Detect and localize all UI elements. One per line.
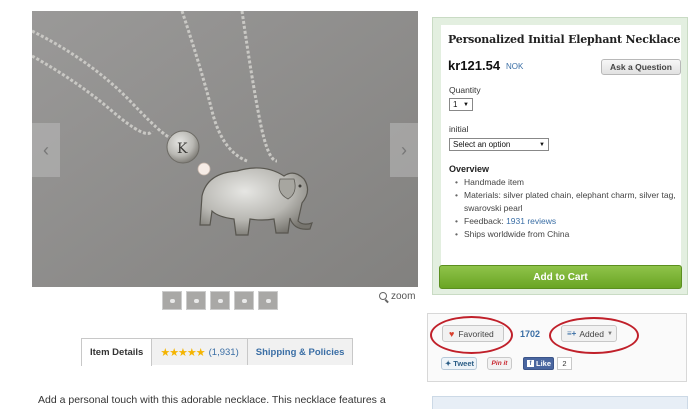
tab-reviews[interactable]: ★★★★★ (1,931) (151, 338, 248, 365)
facebook-like-button[interactable]: f Like (523, 357, 554, 370)
quantity-label: Quantity (449, 85, 481, 95)
tweet-button[interactable]: ✦ Tweet (441, 357, 477, 370)
review-count: (1,931) (208, 346, 239, 358)
like-count: 2 (557, 357, 572, 370)
tab-item-details[interactable]: Item Details (81, 338, 153, 366)
reviews-link[interactable]: 1931 reviews (506, 216, 556, 226)
initial-value: Select an option (453, 140, 511, 149)
pin-it-button[interactable]: Pin it (487, 357, 512, 370)
thumbnail[interactable] (234, 291, 254, 310)
details-tabs: Item Details ★★★★★ (1,931) Shipping & Po… (81, 338, 354, 366)
initial-select[interactable]: Select an option ▼ (449, 138, 549, 151)
tab-shipping-policies[interactable]: Shipping & Policies (246, 338, 354, 365)
thumbnail[interactable] (258, 291, 278, 310)
product-title: Personalized Initial Elephant Necklace (448, 33, 681, 46)
svg-text:K: K (177, 141, 188, 157)
thumbnail[interactable] (210, 291, 230, 310)
previous-image-button[interactable]: ‹ (32, 123, 60, 177)
dropdown-arrow-icon: ▼ (463, 101, 469, 108)
overview-item: Ships worldwide from China (455, 228, 685, 241)
tab-shipping-label: Shipping & Policies (255, 346, 345, 358)
quantity-select[interactable]: 1 ▼ (449, 98, 473, 111)
thumbnail[interactable] (162, 291, 182, 310)
overview-item: Handmade item (455, 176, 685, 189)
like-label: Like (536, 359, 552, 368)
annotation-circle (430, 316, 513, 354)
overview-heading: Overview (449, 164, 490, 174)
overview-item: Materials: silver plated chain, elephant… (455, 189, 685, 215)
overview-list: Handmade item Materials: silver plated c… (455, 176, 685, 241)
quantity-value: 1 (453, 100, 458, 109)
overview-item-feedback: Feedback: 1931 reviews (455, 215, 685, 228)
annotation-circle (549, 317, 639, 354)
next-image-button[interactable]: › (390, 123, 418, 177)
zoom-link[interactable]: zoom (379, 291, 415, 302)
thumbnail[interactable] (186, 291, 206, 310)
item-description: Add a personal touch with this adorable … (38, 394, 386, 406)
zoom-label: zoom (391, 291, 416, 302)
next-panel (432, 396, 688, 409)
necklace-image: K (32, 11, 418, 287)
dropdown-arrow-icon: ▼ (539, 141, 545, 148)
facebook-icon: f (527, 360, 534, 367)
initial-label: initial (449, 124, 469, 134)
product-price: kr121.54 (448, 58, 501, 73)
favorite-count[interactable]: 1702 (520, 329, 540, 339)
thumbnail-strip (162, 291, 278, 310)
tab-item-details-label: Item Details (90, 347, 144, 358)
ask-question-button[interactable]: Ask a Question (601, 59, 681, 75)
tweet-label: Tweet (453, 359, 474, 368)
twitter-bird-icon: ✦ (445, 359, 452, 368)
rating-stars-icon: ★★★★★ (160, 346, 205, 359)
add-to-cart-button[interactable]: Add to Cart (439, 265, 682, 289)
chevron-left-icon: ‹ (43, 140, 49, 160)
feedback-label: Feedback: (464, 216, 504, 226)
currency-code: NOK (506, 62, 524, 71)
chevron-right-icon: › (401, 140, 407, 160)
product-photo[interactable]: K ‹ › (32, 11, 418, 287)
magnifier-icon (379, 291, 389, 302)
